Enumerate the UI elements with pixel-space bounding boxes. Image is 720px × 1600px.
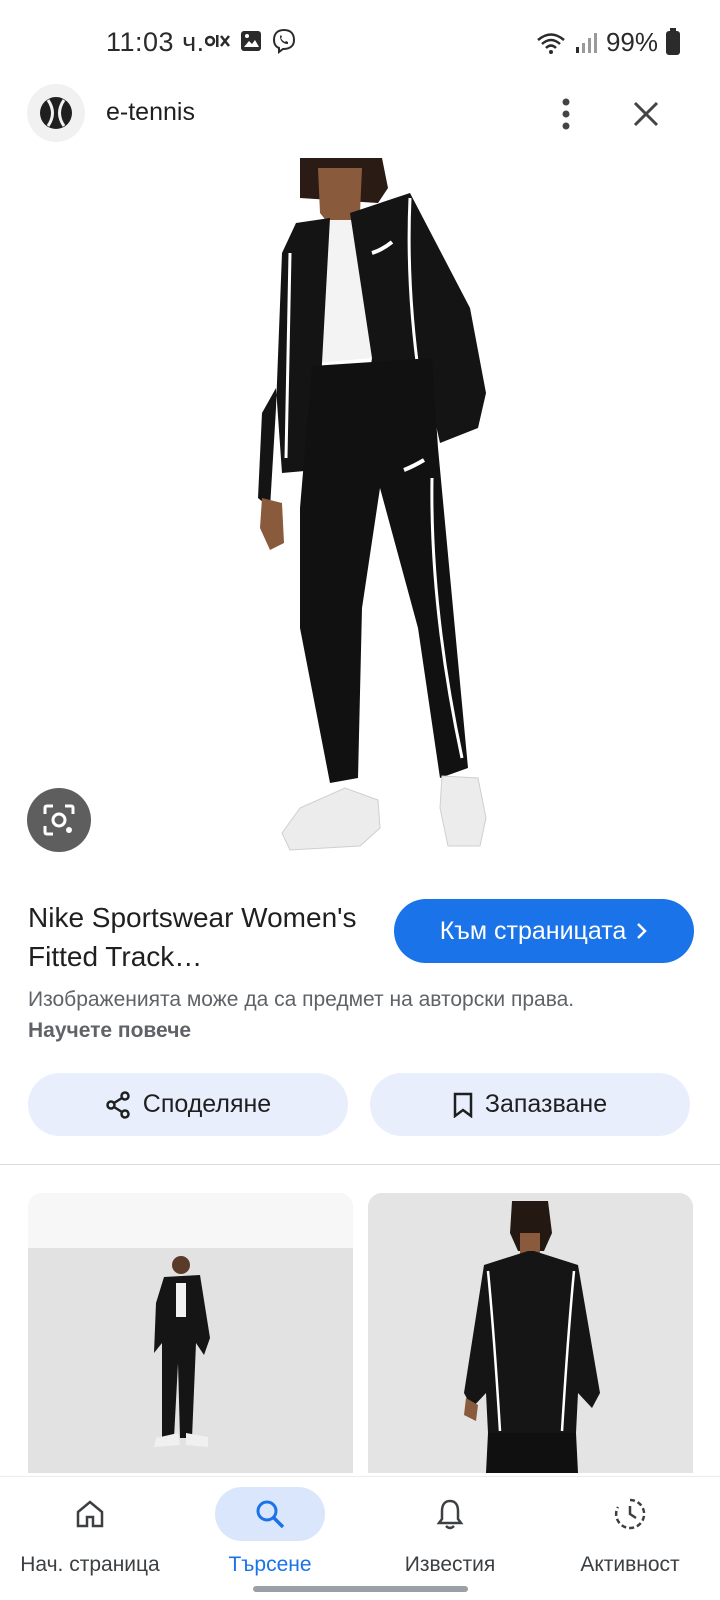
related-image-2[interactable] [368,1193,693,1473]
wifi-icon [537,32,565,54]
share-button[interactable]: Споделяне [28,1073,348,1136]
related-image-1[interactable] [28,1193,353,1473]
close-button[interactable] [624,92,668,136]
copyright-notice: Изображенията може да са предмет на авто… [28,984,628,1046]
visit-page-label: Към страницата [439,916,627,945]
nav-notifications-icon-wrap [395,1487,505,1541]
learn-more-link[interactable]: Научете повече [28,1019,191,1042]
tracksuit-model-image [258,158,487,851]
nav-activity-label: Активност [580,1553,680,1576]
nav-notifications[interactable]: Известия [360,1487,540,1587]
nav-search-icon-wrap [215,1487,325,1541]
battery-percent: 99% [605,27,658,57]
site-logo[interactable] [27,84,85,142]
nav-activity[interactable]: Активност [540,1487,720,1587]
share-icon [106,1090,130,1119]
related-tracksuit-image [28,1193,353,1473]
copyright-text: Изображенията може да са предмет на авто… [28,988,575,1011]
save-button[interactable]: Запазване [370,1073,690,1136]
nav-search[interactable]: Търсене [180,1487,360,1587]
tennis-ball-icon [40,97,72,129]
olx-icon [205,35,230,47]
signal-icon [575,32,597,53]
notification-icons [205,28,297,54]
home-icon [76,1500,104,1528]
share-label: Споделяне [142,1090,272,1118]
system-status: 99% [536,27,680,58]
bell-icon [436,1499,464,1530]
activity-icon [614,1498,646,1530]
gesture-bar[interactable] [253,1586,468,1592]
source-header: e-tennis [0,84,720,156]
more-vert-icon [562,98,570,130]
result-title: Nike Sportswear Women's Fitted Track… [28,902,357,972]
product-image[interactable] [0,158,720,868]
more-options-button[interactable] [548,92,584,136]
visit-page-button[interactable]: Към страницата [394,899,694,963]
search-icon [256,1500,285,1529]
status-time: 11:03 ч. [106,27,205,57]
battery-icon [666,27,680,55]
bookmark-icon [453,1092,473,1118]
gallery-icon [241,31,261,51]
chevron-right-icon [637,923,648,939]
nav-search-label: Търсене [228,1553,312,1576]
viber-icon [272,28,296,54]
status-bar: 11:03 ч. 99% [0,0,720,86]
google-lens-icon [43,804,75,836]
site-name[interactable]: e-tennis [106,98,195,127]
bottom-navigation: Нач. страница Търсене Известия Активност [0,1476,720,1600]
related-jacket-image [368,1193,693,1473]
nav-home[interactable]: Нач. страница [0,1487,180,1587]
nav-notifications-label: Известия [404,1553,496,1576]
nav-activity-icon-wrap [575,1487,685,1541]
section-divider [0,1164,720,1165]
save-label: Запазване [484,1090,608,1118]
nav-home-label: Нач. страница [20,1553,160,1576]
close-icon [633,101,659,127]
lens-search-button[interactable] [27,788,91,852]
nav-home-icon-wrap [35,1487,145,1541]
